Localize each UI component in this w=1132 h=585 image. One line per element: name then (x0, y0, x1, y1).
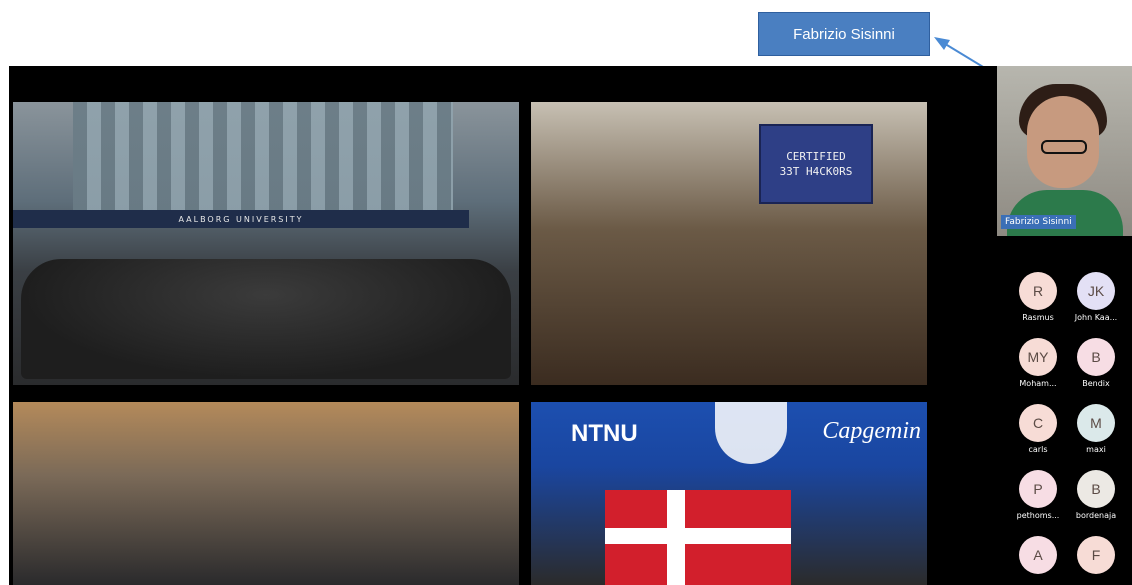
presenter-callout-label: Fabrizio Sisinni (758, 12, 930, 56)
presenter-shirt (1007, 190, 1123, 236)
participant-panel: Fabrizio Sisinni R Rasmus JK John Kaa...… (997, 66, 1132, 585)
aalborg-banner: AALBORG UNIVERSITY (13, 210, 469, 228)
danish-flag (605, 490, 791, 585)
photo-ctf-hall: CERTIFIED 33T H4CK0RS (531, 102, 927, 385)
group-of-people (21, 259, 511, 379)
medal-logo (715, 402, 787, 464)
participant-tile[interactable]: P pethoms... (1009, 470, 1067, 520)
participant-tile[interactable]: B Bendix (1067, 338, 1125, 388)
photo-aalborg-team: AALBORG UNIVERSITY (13, 102, 519, 385)
avatar: A (1019, 536, 1057, 574)
avatar: F (1077, 536, 1115, 574)
ntnu-logo: NTNU (571, 420, 638, 447)
avatar: B (1077, 338, 1115, 376)
avatar: JK (1077, 272, 1115, 310)
participant-tile[interactable]: M maxi (1067, 404, 1125, 454)
participant-name: maxi (1086, 445, 1106, 454)
participant-tile[interactable]: B bordenaja (1067, 470, 1125, 520)
participant-name: Bendix (1082, 379, 1110, 388)
screen-line-1: CERTIFIED (786, 150, 846, 163)
avatar: B (1077, 470, 1115, 508)
participant-name: bordenaja (1075, 511, 1117, 520)
shared-screen[interactable]: AALBORG UNIVERSITY CERTIFIED 33T H4CK0RS… (9, 66, 997, 585)
participant-tile[interactable]: MY Moham... (1009, 338, 1067, 388)
avatar: P (1019, 470, 1057, 508)
participant-name: Moham... (1019, 379, 1057, 388)
participant-name: John Kaa... (1074, 313, 1118, 322)
avatar: MY (1019, 338, 1057, 376)
avatar: C (1019, 404, 1057, 442)
participant-tile[interactable]: JK John Kaa... (1067, 272, 1125, 322)
participant-tile[interactable]: R Rasmus (1009, 272, 1067, 322)
screen-line-2: 33T H4CK0RS (779, 165, 853, 178)
avatar: R (1019, 272, 1057, 310)
photo-team-at-laptops (13, 402, 519, 585)
capgemini-logo: Capgemin (822, 418, 921, 444)
participant-tile[interactable]: F (1067, 536, 1125, 577)
presenter-name-tag: Fabrizio Sisinni (1001, 215, 1076, 229)
participant-name: pethoms... (1016, 511, 1060, 520)
glasses-icon (1041, 140, 1087, 154)
participant-name: Rasmus (1022, 313, 1054, 322)
callout-text: Fabrizio Sisinni (793, 25, 895, 43)
presenter-video[interactable]: Fabrizio Sisinni (997, 66, 1132, 236)
participant-name: carls (1028, 445, 1048, 454)
photo-ntnu-team: NTNU Capgemin (531, 402, 927, 585)
projection-screen: CERTIFIED 33T H4CK0RS (759, 124, 873, 204)
avatar: M (1077, 404, 1115, 442)
participant-tile[interactable]: C carls (1009, 404, 1067, 454)
participant-tile[interactable]: A (1009, 536, 1067, 577)
building-facade (73, 102, 453, 212)
